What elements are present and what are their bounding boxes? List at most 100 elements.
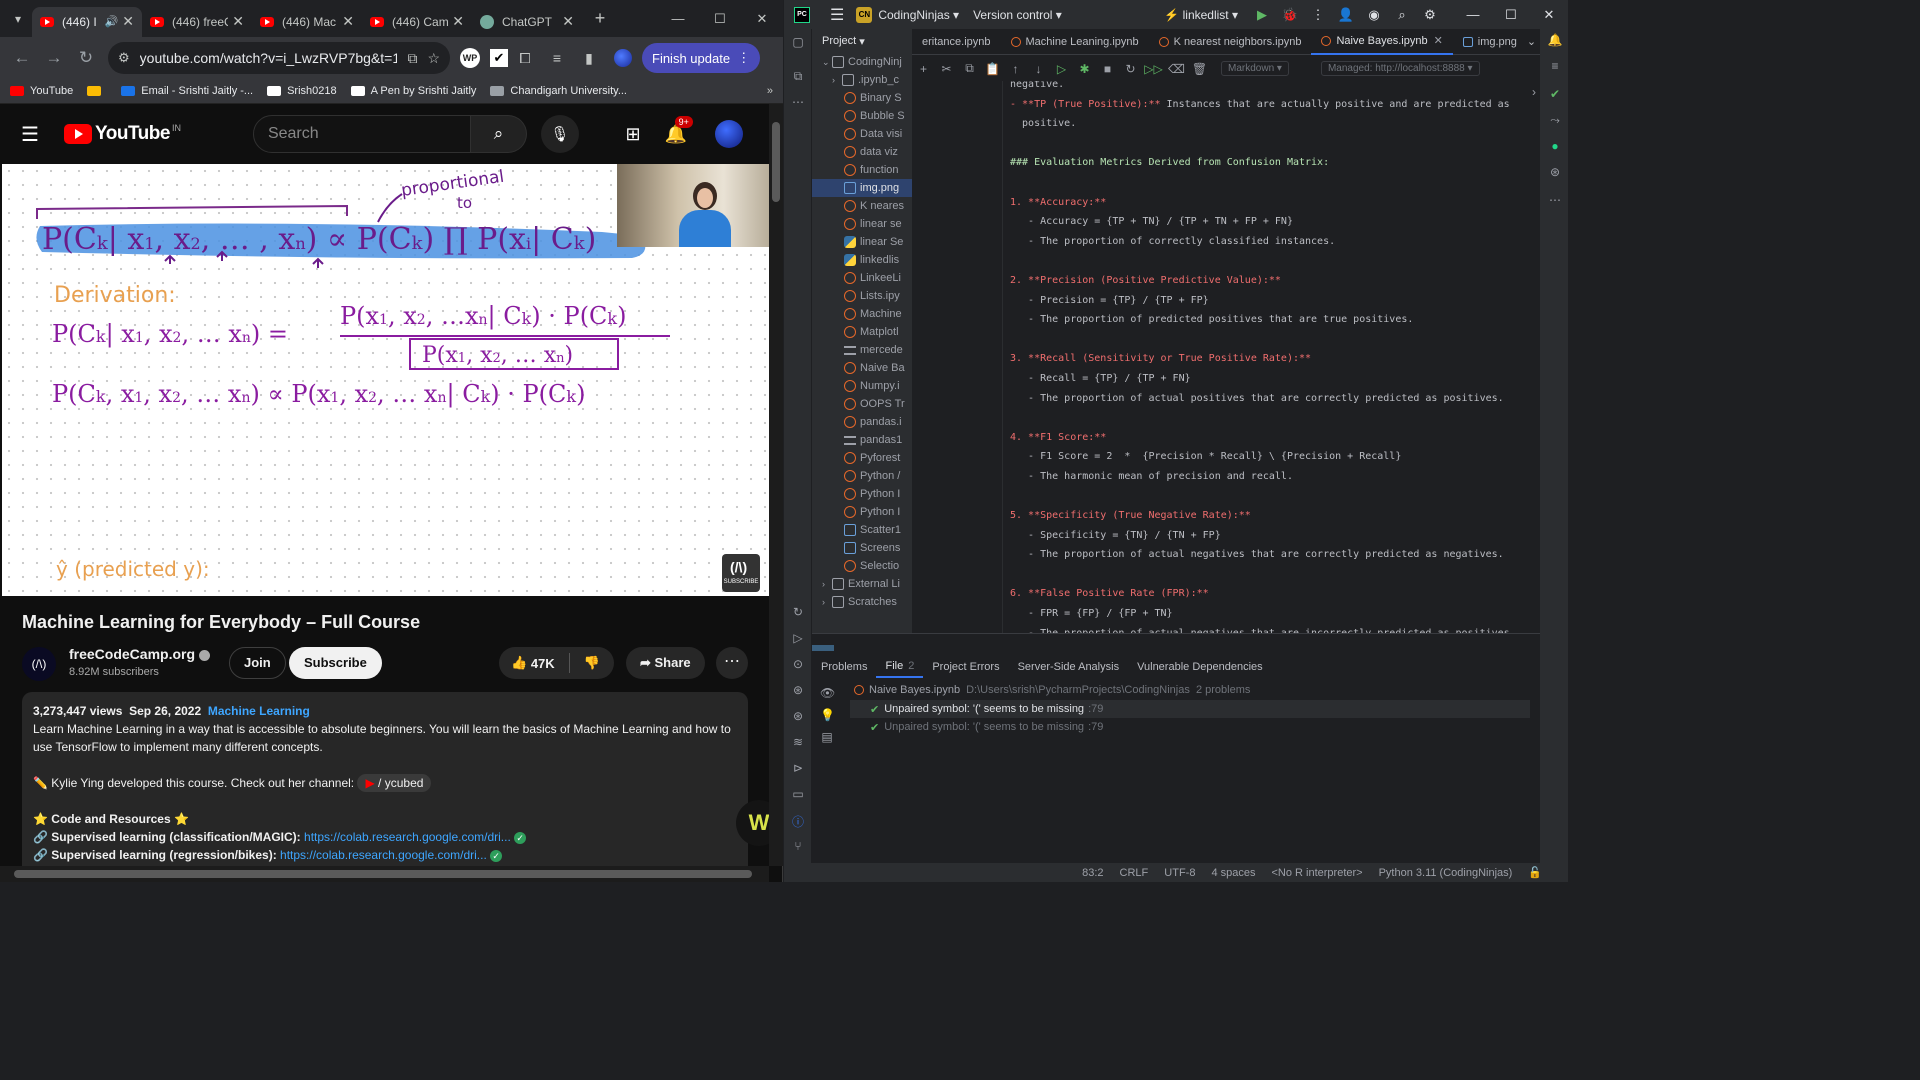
- site-info-icon[interactable]: ⚙: [118, 50, 130, 66]
- hashtag-link[interactable]: Machine Learning: [208, 704, 310, 718]
- tree-item[interactable]: Python I: [812, 485, 912, 503]
- tree-item[interactable]: function: [812, 161, 912, 179]
- project-panel-header[interactable]: Project ▾: [812, 29, 912, 53]
- editor-tab[interactable]: K nearest neighbors.ipynb: [1149, 29, 1312, 55]
- run-config-selector[interactable]: ⚡ linkedlist ▾: [1164, 8, 1238, 22]
- terminal-icon[interactable]: ▭: [790, 787, 806, 803]
- maximize-button[interactable]: ☐: [1492, 7, 1530, 23]
- more-actions-button[interactable]: ⋯: [716, 647, 748, 679]
- main-menu-icon[interactable]: ☰: [830, 5, 844, 25]
- bookmark-item[interactable]: A Pen by Srishti Jaitly: [350, 85, 476, 97]
- tree-item[interactable]: data viz: [812, 143, 912, 161]
- tree-item[interactable]: img.png: [812, 179, 912, 197]
- services-icon[interactable]: ⊛: [790, 683, 806, 699]
- git-icon[interactable]: ⑂: [790, 839, 806, 855]
- youtube-logo[interactable]: YouTube IN: [64, 123, 181, 145]
- more-tools-icon[interactable]: ⋯: [1547, 193, 1563, 207]
- problems-tab[interactable]: Project Errors: [923, 656, 1008, 678]
- more-icon[interactable]: ⋮: [1304, 7, 1332, 23]
- more-tools-icon[interactable]: ⋯: [790, 95, 806, 111]
- scroll-thumb[interactable]: [772, 122, 780, 202]
- finish-update-button[interactable]: Finish update ⋮: [642, 43, 761, 73]
- vcs-menu[interactable]: Version control ▾: [973, 8, 1062, 22]
- voice-search-button[interactable]: 🎙: [540, 115, 579, 153]
- browser-tab[interactable]: ChatGPT ✕: [472, 7, 582, 37]
- debug-cell-icon[interactable]: ✱: [1073, 62, 1096, 76]
- structure-tool-icon[interactable]: ⧉: [790, 69, 806, 85]
- tab-search-button[interactable]: ▾: [4, 5, 32, 33]
- editor-tab[interactable]: Machine Leaning.ipynb: [1001, 29, 1149, 55]
- browser-tab[interactable]: (446) I 🔊 ✕: [32, 6, 142, 37]
- tree-item[interactable]: linear se: [812, 215, 912, 233]
- share-button[interactable]: ➦ Share: [626, 647, 705, 679]
- tree-item[interactable]: Selectio: [812, 557, 912, 575]
- bookmarks-overflow-icon[interactable]: »: [767, 85, 773, 97]
- bookmark-item[interactable]: [87, 85, 107, 97]
- close-window-button[interactable]: ✕: [1530, 7, 1568, 23]
- close-tab-icon[interactable]: ✕: [342, 13, 354, 30]
- project-tool-icon[interactable]: ▢: [790, 35, 806, 51]
- paste-cell-icon[interactable]: 📋: [981, 62, 1004, 76]
- tree-item[interactable]: OOPS Tr: [812, 395, 912, 413]
- expand-arrow-icon[interactable]: ›: [822, 579, 832, 589]
- tree-item[interactable]: LinkeeLi: [812, 269, 912, 287]
- close-tab-icon[interactable]: ✕: [562, 13, 574, 30]
- python-interpreter[interactable]: Python 3.11 (CodingNinjas): [1379, 867, 1513, 879]
- bookmark-item[interactable]: Email - Srishti Jaitly -...: [121, 85, 253, 97]
- indent-setting[interactable]: 4 spaces: [1211, 867, 1255, 879]
- editor-tab[interactable]: eritance.ipynb: [912, 29, 1001, 55]
- tree-item[interactable]: pandas.i: [812, 413, 912, 431]
- browser-tab[interactable]: (446) Mac ✕: [252, 7, 362, 37]
- editor-content[interactable]: negative. - **TP (True Positive):** Insta…: [912, 81, 1540, 633]
- copilot-icon[interactable]: ⊛: [1547, 165, 1563, 179]
- checkbox-extension-icon[interactable]: ✔: [490, 49, 508, 67]
- close-window-button[interactable]: ✕: [741, 11, 783, 27]
- channel-avatar[interactable]: (/\): [22, 647, 56, 681]
- problem-file-row[interactable]: Naive Bayes.ipynb D:\Users\srish\Pycharm…: [854, 684, 1250, 696]
- join-button[interactable]: Join: [229, 647, 286, 679]
- r-interpreter[interactable]: <No R interpreter>: [1271, 867, 1362, 879]
- description-box[interactable]: 3,273,447 views Sep 26, 2022 Machine Lea…: [22, 692, 748, 882]
- tree-item[interactable]: linear Se: [812, 233, 912, 251]
- tree-item[interactable]: Pyforest: [812, 449, 912, 467]
- restart-kernel-icon[interactable]: ↻: [1119, 62, 1142, 76]
- tree-item[interactable]: Numpy.i: [812, 377, 912, 395]
- debug-icon[interactable]: 🐞: [1276, 7, 1304, 23]
- python-packages-icon[interactable]: ↻: [790, 605, 806, 621]
- audio-playing-icon[interactable]: 🔊: [105, 15, 119, 28]
- tree-item[interactable]: Bubble S: [812, 107, 912, 125]
- extensions-puzzle-icon[interactable]: ⧠: [510, 50, 540, 67]
- search-icon[interactable]: ⌕: [1388, 7, 1416, 23]
- create-video-icon[interactable]: ⊞: [625, 124, 640, 145]
- lightbulb-icon[interactable]: 💡: [820, 708, 835, 722]
- tree-item[interactable]: Scatter1: [812, 521, 912, 539]
- layers-icon[interactable]: ≋: [790, 735, 806, 751]
- tree-item[interactable]: › Scratches: [812, 593, 912, 611]
- project-switcher[interactable]: CodingNinjas ▾: [878, 8, 959, 22]
- problems-tab[interactable]: Problems: [812, 656, 876, 678]
- browser-tab[interactable]: (446) Cam ✕: [362, 7, 472, 37]
- cut-cell-icon[interactable]: ✂: [935, 62, 958, 76]
- move-up-icon[interactable]: ↑: [1004, 62, 1027, 76]
- problem-item[interactable]: ✔ Unpaired symbol: '(' seems to be missin…: [850, 718, 1530, 736]
- wp-extension-icon[interactable]: WP: [460, 48, 480, 68]
- lock-icon[interactable]: 🔓: [1528, 866, 1542, 879]
- ai-assistant-icon[interactable]: ◉: [1360, 7, 1388, 23]
- bookmark-item[interactable]: Srish0218: [267, 85, 337, 97]
- preview-icon[interactable]: ▤: [820, 730, 834, 744]
- channel-chip-link[interactable]: ▶ / ycubed: [357, 774, 432, 792]
- tree-item[interactable]: pandas1: [812, 431, 912, 449]
- subscribe-button[interactable]: Subscribe: [289, 647, 382, 679]
- tree-item[interactable]: Matplotl: [812, 323, 912, 341]
- link1[interactable]: https://colab.research.google.com/dri...: [304, 830, 511, 844]
- problems-tool-icon[interactable]: ⓘ: [790, 813, 806, 829]
- page-vertical-scrollbar[interactable]: [769, 104, 783, 866]
- editor-hscroll[interactable]: [812, 645, 834, 651]
- copy-cell-icon[interactable]: ⧉: [958, 61, 981, 76]
- tree-item[interactable]: K neares: [812, 197, 912, 215]
- browser-tab[interactable]: (446) freeC ✕: [142, 7, 252, 37]
- services-tool-icon[interactable]: ⊳: [790, 761, 806, 777]
- problem-item[interactable]: ✔ Unpaired symbol: '(' seems to be missin…: [850, 700, 1530, 718]
- side-panel-icon[interactable]: ▮: [574, 50, 604, 67]
- tree-item[interactable]: Screens: [812, 539, 912, 557]
